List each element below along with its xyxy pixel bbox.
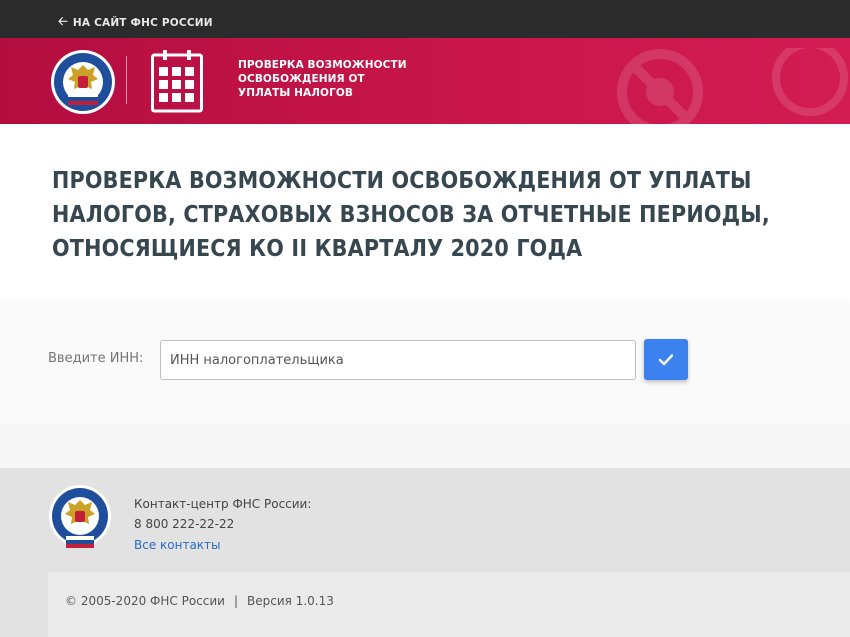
page-title: ПРОВЕРКА ВОЗМОЖНОСТИ ОСВОБОЖДЕНИЯ ОТ УПЛ… <box>52 164 770 266</box>
calendar-icon <box>151 50 203 113</box>
banner-title: ПРОВЕРКА ВОЗМОЖНОСТИ ОСВОБОЖДЕНИЯ ОТ УПЛ… <box>238 58 407 100</box>
inn-label: Введите ИНН: <box>48 351 144 366</box>
inn-input[interactable] <box>160 340 636 380</box>
page-title-line: ПРОВЕРКА ВОЗМОЖНОСТИ ОСВОБОЖДЕНИЯ ОТ УПЛ… <box>52 168 752 194</box>
back-to-fns-link[interactable]: 🡠 НА САЙТ ФНС РОССИИ <box>58 12 213 33</box>
banner-title-line: ОСВОБОЖДЕНИЯ ОТ <box>238 73 365 85</box>
fns-emblem-logo-footer <box>49 485 111 548</box>
content-gap <box>0 424 850 468</box>
contact-phone: 8 800 222-22-22 <box>134 517 235 531</box>
banner-title-line: УПЛАТЫ НАЛОГОВ <box>238 87 354 99</box>
submit-button[interactable] <box>644 339 688 380</box>
arrow-left-icon: 🡠 <box>58 14 68 28</box>
version-text: Версия 1.0.13 <box>247 594 334 608</box>
inn-form: Введите ИНН: <box>0 302 850 424</box>
copyright-text: © 2005-2020 ФНС России <box>65 594 225 608</box>
copyright-line: © 2005-2020 ФНС России | Версия 1.0.13 <box>65 594 334 608</box>
checkmark-icon <box>659 353 673 365</box>
contact-center-title: Контакт-центр ФНС России: <box>134 497 312 511</box>
copyright-strip: © 2005-2020 ФНС России | Версия 1.0.13 <box>48 572 850 637</box>
fns-emblem-logo[interactable] <box>50 49 116 115</box>
hero-section: ПРОВЕРКА ВОЗМОЖНОСТИ ОСВОБОЖДЕНИЯ ОТ УПЛ… <box>0 124 850 302</box>
banner-title-line: ПРОВЕРКА ВОЗМОЖНОСТИ <box>238 59 407 71</box>
top-bar: 🡠 НА САЙТ ФНС РОССИИ <box>0 0 850 38</box>
footer: Контакт-центр ФНС России: 8 800 222-22-2… <box>0 468 850 637</box>
back-link-label: НА САЙТ ФНС РОССИИ <box>72 16 213 29</box>
copyright-separator: | <box>233 594 239 608</box>
page-title-line: ОТНОСЯЩИЕСЯ КО II КВАРТАЛУ 2020 ГОДА <box>52 236 583 262</box>
header-banner: ПРОВЕРКА ВОЗМОЖНОСТИ ОСВОБОЖДЕНИЯ ОТ УПЛ… <box>0 38 850 124</box>
decorative-virus-icon <box>617 48 848 124</box>
page-title-line: НАЛОГОВ, СТРАХОВЫХ ВЗНОСОВ ЗА ОТЧЕТНЫЕ П… <box>52 202 770 228</box>
all-contacts-link[interactable]: Все контакты <box>134 538 221 552</box>
banner-divider <box>126 56 127 104</box>
